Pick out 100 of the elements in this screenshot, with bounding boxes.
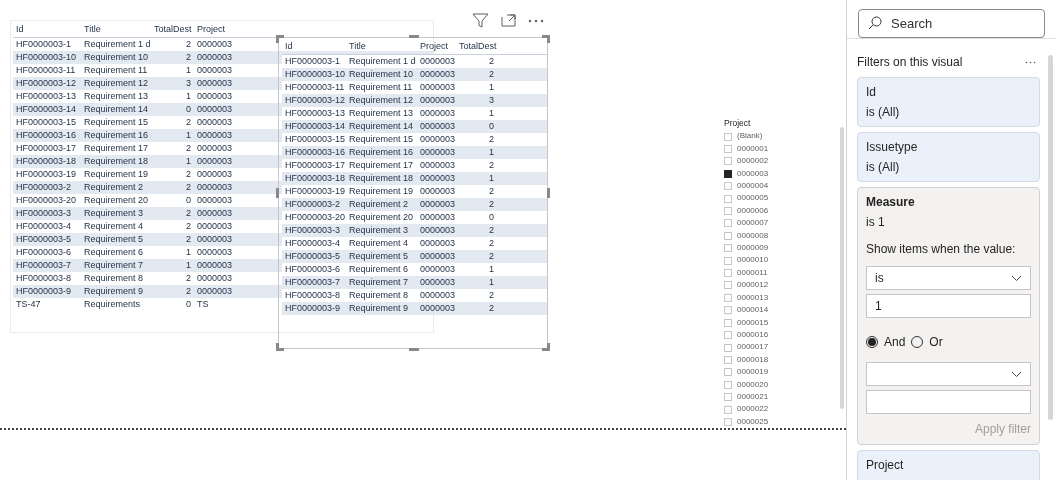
slicer-item[interactable]: 0000001 [724, 142, 846, 156]
column-header[interactable]: Project [194, 22, 233, 37]
table-cell-text: 2 [185, 285, 192, 298]
filter-card[interactable]: Id is (All) [857, 77, 1040, 127]
column-header[interactable]: Title [346, 39, 417, 54]
table-cell-text: 0000003 [196, 259, 233, 272]
table-cell-text: Requirements [83, 298, 142, 311]
table-cell-text: 0000003 [196, 207, 233, 220]
table-cell-text: HF0000003-20 [284, 211, 346, 224]
scrollbar[interactable] [840, 127, 844, 409]
table-cell-text: Requirement 20 [348, 211, 415, 224]
chevron-down-icon [1011, 274, 1022, 282]
checkbox[interactable] [724, 169, 732, 178]
slicer-item[interactable]: 0000007 [724, 217, 846, 230]
table-cell-text: HF0000003-11 [284, 81, 346, 94]
slicer-item[interactable]: 0000012 [724, 279, 846, 292]
radio-option[interactable]: Or [911, 333, 943, 351]
condition-dropdown[interactable]: is [866, 266, 1031, 290]
table-cell-text: 0000003 [196, 116, 233, 129]
column-header[interactable]: Title [81, 22, 151, 37]
more-options-icon[interactable] [1025, 60, 1036, 64]
table-cell-text: HF0000003-14 [284, 120, 346, 133]
slicer-item[interactable]: 0000018 [724, 353, 846, 367]
filter-icon[interactable] [472, 13, 489, 28]
column-header[interactable]: Project [417, 39, 456, 54]
column-header[interactable]: TotalDest [456, 39, 497, 54]
scrollbar[interactable] [1048, 55, 1053, 420]
filter-card[interactable]: Issuetype is (All) [857, 132, 1040, 182]
table-cell-text: 2 [488, 159, 495, 172]
table-cell-text: Requirement 11 [348, 81, 414, 94]
table-cell-text: HF0000003-5 [15, 233, 73, 246]
table-cell-text: 1 [488, 172, 495, 185]
filter-card[interactable]: Project [857, 450, 1040, 480]
slicer-item[interactable]: 0000008 [724, 229, 846, 243]
table-cell-text: 2 [488, 198, 495, 211]
slicer-item[interactable]: 0000014 [724, 304, 846, 317]
table-cell-text: 1 [488, 263, 495, 276]
filter-summary: is 1 [866, 214, 886, 231]
table-cell-text: 0 [185, 194, 192, 207]
table-cell-text: HF0000003-2 [15, 181, 73, 194]
slicer-item[interactable]: 0000021 [724, 390, 846, 404]
table-visual[interactable] [278, 37, 548, 349]
slicer-item[interactable]: 0000025 [724, 415, 846, 429]
table-cell-text: 0000003 [419, 107, 456, 120]
table-cell-text: HF0000003-9 [284, 302, 342, 315]
table-cell-text: Requirement 20 [83, 194, 150, 207]
table-cell-text: HF0000003-7 [284, 276, 342, 289]
table-cell-text: Requirement 6 [348, 263, 410, 276]
table-cell-text: TS [196, 298, 210, 311]
table-cell-text: 2 [488, 250, 495, 263]
slicer-item[interactable]: 0000019 [724, 366, 846, 379]
table-cell-text: Requirement 1 d [83, 38, 151, 51]
table-cell-text: Requirement 5 [83, 233, 145, 246]
table-cell-text: Requirement 15 [348, 133, 415, 146]
table-cell-text: Requirement 10 [83, 51, 150, 64]
table-cell-text: Requirement 6 [83, 246, 145, 259]
table-cell-text: Requirement 12 [348, 94, 415, 107]
table-cell-text: 0000003 [419, 68, 456, 81]
table-cell-text: HF0000003-6 [15, 246, 73, 259]
column-header[interactable]: TotalDest [151, 22, 194, 37]
value-field[interactable] [866, 390, 1031, 414]
table-cell-text: HF0000003-15 [284, 133, 346, 146]
slicer-item[interactable]: 0000002 [724, 155, 846, 168]
table-cell-text: 0000003 [419, 250, 456, 263]
slicer-item[interactable]: 0000005 [724, 192, 846, 205]
slicer-item[interactable]: 0000015 [724, 316, 846, 329]
table-cell-text: 0000003 [196, 103, 233, 116]
slicer-item[interactable]: 0000017 [724, 341, 846, 354]
table-cell-text: 2 [488, 224, 495, 237]
slicer-item[interactable]: 0000009 [724, 242, 846, 255]
table-cell-text: 0000003 [196, 233, 233, 246]
slicer-item[interactable]: 0000010 [724, 254, 846, 267]
column-header[interactable]: Id [13, 22, 81, 37]
slicer-item[interactable]: 0000022 [724, 403, 846, 416]
table-cell-text: Requirement 1 d [348, 55, 417, 68]
slicer-item[interactable]: 0000013 [724, 291, 846, 305]
table-cell-text: Requirement 2 [348, 198, 410, 211]
table-cell-text: 2 [185, 142, 192, 155]
column-header[interactable]: Id [282, 39, 346, 54]
slicer-item[interactable]: 0000003 [724, 167, 846, 181]
table-cell-text: 0000003 [419, 172, 456, 185]
slicer-item[interactable]: 0000016 [724, 328, 846, 342]
table-cell-text: HF0000003-1 [284, 55, 342, 68]
table-cell-text: 0000003 [419, 94, 456, 107]
slicer-item[interactable]: 0000006 [724, 204, 846, 218]
table-cell-text: 0000003 [196, 194, 233, 207]
more-options-icon[interactable] [528, 18, 544, 23]
table-cell-text: HF0000003-2 [284, 198, 342, 211]
slicer-item[interactable]: (Blank) [724, 130, 846, 143]
radio-option[interactable]: And [866, 333, 906, 351]
table-cell-text: 0000003 [419, 146, 456, 159]
slicer-item[interactable]: 0000004 [724, 180, 846, 193]
slicer-item[interactable]: 0000011 [724, 266, 846, 280]
table-cell-text: Requirement 8 [348, 289, 410, 302]
search-field[interactable]: Search [858, 9, 1045, 38]
slicer-item[interactable]: 0000020 [724, 378, 846, 391]
condition-dropdown[interactable] [866, 362, 1031, 386]
value-field[interactable]: 1 [866, 294, 1031, 318]
table-cell-text: 0000003 [196, 168, 233, 181]
focus-mode-icon[interactable] [501, 14, 516, 27]
